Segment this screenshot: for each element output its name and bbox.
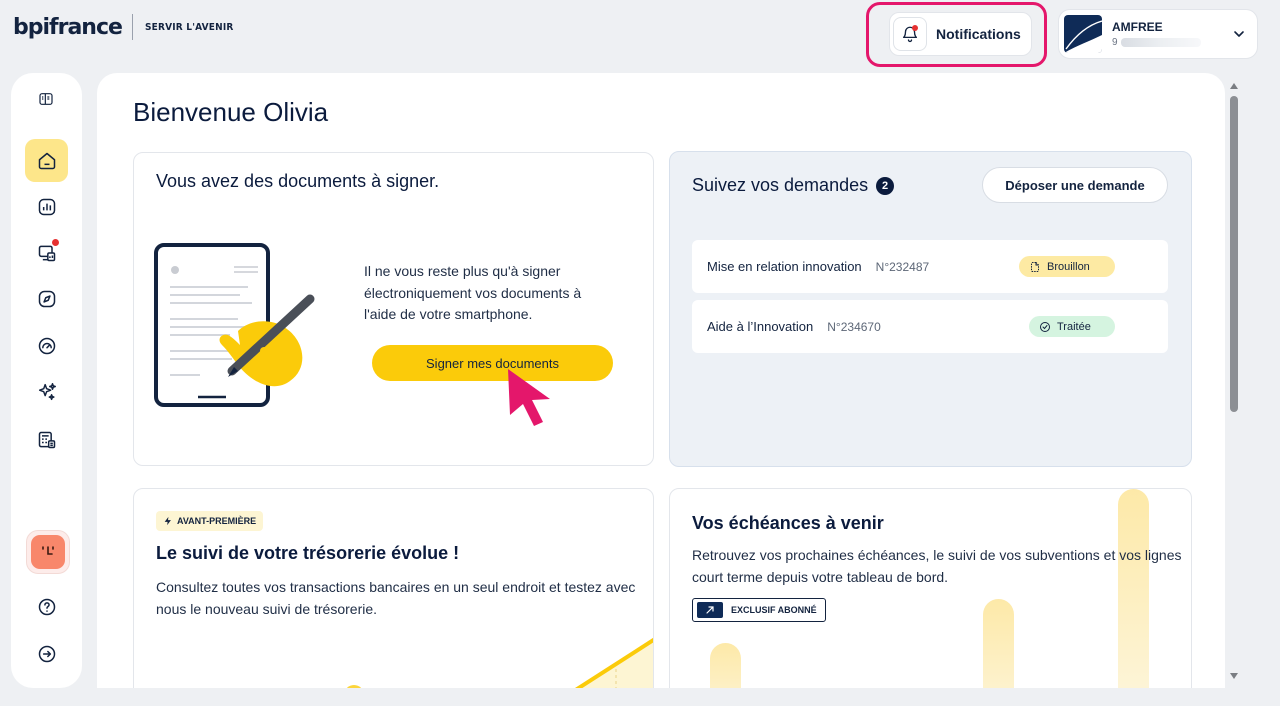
logout-icon[interactable]: [25, 632, 68, 675]
request-row[interactable]: Mise en relation innovation N°232487 Bro…: [692, 240, 1168, 293]
account-selector[interactable]: AMFREE 9: [1058, 9, 1258, 59]
preview-tag: AVANT-PREMIÈRE: [156, 511, 264, 531]
notifications-label: Notifications: [936, 26, 1021, 42]
treasury-chart-illustration: [346, 637, 653, 688]
sign-card-description: Il ne vous reste plus qu'à signer électr…: [364, 263, 582, 322]
account-name: AMFREE: [1112, 20, 1163, 34]
sidebar-item-explore[interactable]: [25, 277, 68, 320]
subscriber-exclusive-label: EXCLUSIF ABONNÉ: [731, 605, 817, 615]
page-title: Bienvenue Olivia: [133, 97, 329, 127]
status-badge: Traitée: [1029, 316, 1115, 337]
deadlines-card: Vos échéances à venir Retrouvez vos proc…: [669, 488, 1192, 688]
help-icon[interactable]: [25, 585, 68, 628]
scrollbar-thumb[interactable]: [1230, 96, 1238, 412]
preview-tag-label: AVANT-PREMIÈRE: [177, 516, 257, 526]
sign-card-title: Vous avez des documents à signer.: [156, 171, 440, 191]
bpifrance-logo[interactable]: bpifrance SERVIR L'AVENIR: [13, 14, 234, 40]
chevron-down-icon: [1231, 26, 1247, 47]
status-label: Traitée: [1057, 320, 1091, 333]
treasury-card: AVANT-PREMIÈRE Le suivi de votre trésore…: [133, 488, 654, 688]
check-circle-icon: [1040, 321, 1050, 332]
requests-card-title: Suivez vos demandes 2: [692, 175, 895, 196]
account-id-prefix: 9: [1112, 37, 1118, 48]
sidebar-item-monitoring[interactable]: [25, 231, 68, 274]
main-content: Bienvenue Olivia Vous avez des documents…: [97, 73, 1225, 688]
request-number: N°232487: [875, 259, 930, 274]
bell-icon: [893, 17, 927, 51]
pointer-cursor-icon: [508, 369, 550, 426]
request-name: Mise en relation innovation: [707, 259, 862, 274]
requests-card: Suivez vos demandes 2 Déposer une demande…: [669, 151, 1192, 467]
logo-divider: [131, 14, 133, 40]
sidebar-item-analytics[interactable]: [25, 185, 68, 228]
treasury-description: Consultez toutes vos transactions bancai…: [156, 579, 636, 617]
notification-dot: [912, 25, 918, 31]
logo-tagline: SERVIR L'AVENIR: [144, 21, 234, 33]
status-label: Brouillon: [1047, 260, 1090, 273]
request-row[interactable]: Aide à l’Innovation N°234670 Traitée: [692, 300, 1168, 353]
status-badge: Brouillon: [1019, 256, 1115, 277]
logo-wordmark: bpifrance: [13, 14, 123, 40]
document-signing-illustration: [154, 243, 315, 407]
sidebar-item-dashboard[interactable]: [25, 324, 68, 367]
scroll-up-arrow-icon[interactable]: [1229, 82, 1239, 90]
draft-document-icon: [1031, 261, 1039, 272]
avatar[interactable]: [26, 530, 70, 574]
sidebar: [11, 73, 82, 688]
account-id-blurred: [1120, 38, 1201, 47]
account-id: 9: [1112, 37, 1201, 48]
notification-dot: [52, 239, 59, 246]
notifications-button[interactable]: Notifications: [889, 12, 1032, 56]
company-logo: [1064, 15, 1102, 53]
lightning-icon: [164, 516, 171, 526]
requests-count-badge: 2: [876, 177, 895, 195]
main-scrollbar[interactable]: [1228, 80, 1242, 688]
request-name: Aide à l’Innovation: [707, 319, 814, 334]
sidebar-item-ai[interactable]: [25, 370, 68, 413]
treasury-title: Le suivi de votre trésorerie évolue !: [156, 543, 460, 563]
panel-toggle-icon[interactable]: [29, 82, 63, 116]
deadlines-title: Vos échéances à venir: [692, 513, 884, 533]
sidebar-item-calculator[interactable]: [25, 418, 68, 461]
avatar-face-icon: [31, 535, 65, 569]
sign-documents-button[interactable]: Signer mes documents: [372, 345, 613, 381]
deadlines-description: Retrouvez vos prochaines échéances, le s…: [692, 547, 1182, 585]
sign-documents-card: Vous avez des documents à signer. Il ne …: [133, 152, 654, 466]
arrow-up-right-icon: [697, 602, 723, 618]
scroll-down-arrow-icon[interactable]: [1229, 672, 1239, 680]
sidebar-item-home[interactable]: [25, 139, 68, 182]
request-number: N°234670: [827, 319, 881, 334]
submit-request-button[interactable]: Déposer une demande: [982, 167, 1168, 203]
subscriber-exclusive-tag: EXCLUSIF ABONNÉ: [692, 598, 826, 622]
requests-title-text: Suivez vos demandes: [692, 175, 869, 195]
